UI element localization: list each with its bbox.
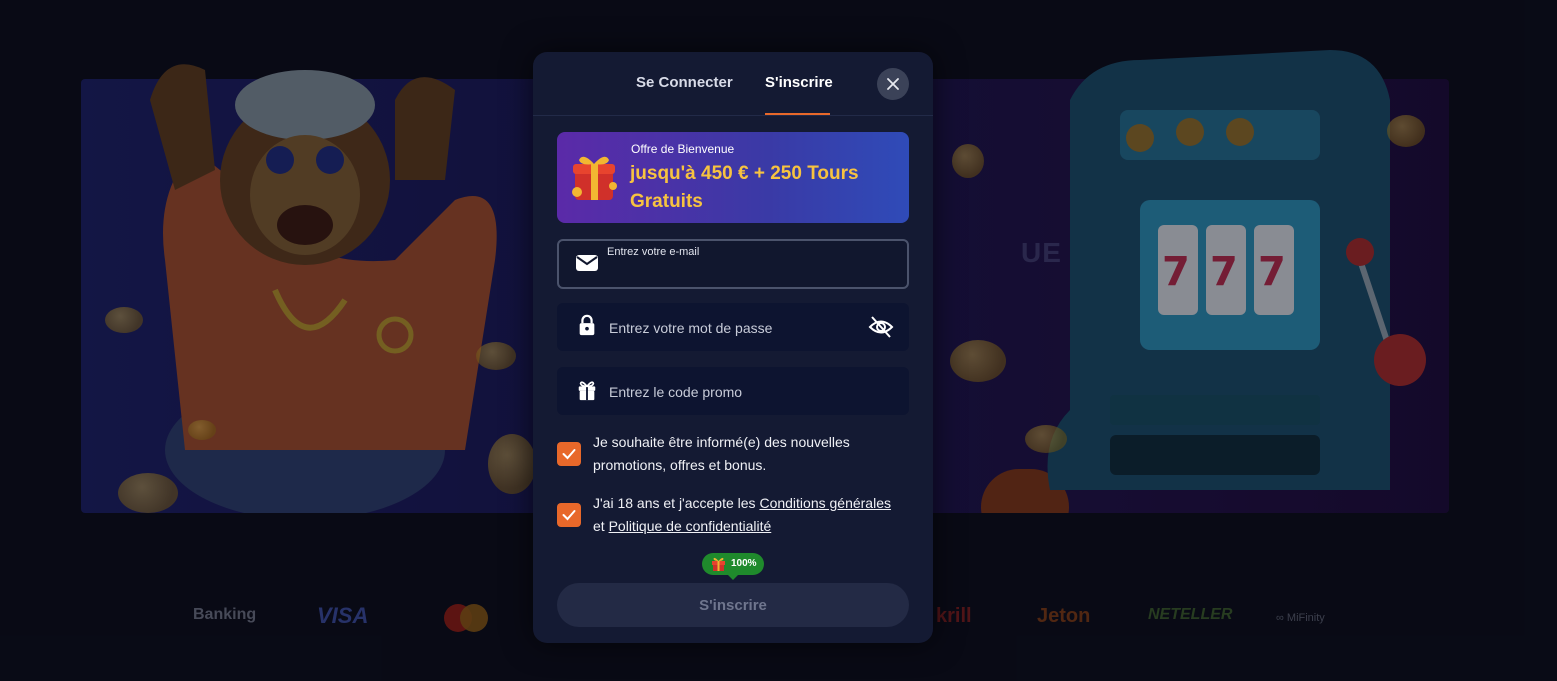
auth-modal: Se Connecter S'inscrire Offre de Bienven… [533,52,933,643]
gift-box-icon [572,156,617,200]
email-input[interactable] [609,253,863,285]
close-button[interactable] [877,68,909,100]
offer-subtitle: Offre de Bienvenue [631,142,735,156]
banking-label: Banking [193,606,257,623]
coin-decoration [488,434,536,494]
bonus-progress-badge: 100% [702,553,764,575]
coin-decoration [188,420,216,440]
skrill-logo: krill [936,605,972,627]
badge-value: 100% [731,558,757,569]
promo-code-input[interactable] [607,367,861,417]
jeton-logo: Jeton [1037,605,1091,627]
coin-decoration [105,307,143,333]
mifinity-label: MiFinity [1286,612,1325,624]
visa-logo: VISA [317,603,369,628]
register-submit-button[interactable]: S'inscrire [557,583,909,627]
terms-text: J'ai 18 ans et j'accepte les Conditions … [593,492,903,538]
auth-tabs: Se Connecter S'inscrire [533,52,933,116]
newsletter-consent: Je souhaite être informé(e) des nouvelle… [557,431,909,481]
lock-icon [579,314,595,336]
terms-middle: et [593,518,609,534]
slot-machine-illustration: 7 7 7 [1047,50,1426,490]
svg-text:7: 7 [1258,249,1286,295]
email-field[interactable]: Entrez votre e-mail [557,239,909,289]
password-input[interactable] [607,303,861,353]
terms-conditions-link[interactable]: Conditions générales [759,495,891,511]
coin-decoration [950,340,1006,382]
neteller-logo: NETELLER [1148,606,1233,623]
coin-decoration [1025,425,1067,453]
newsletter-checkbox[interactable] [557,442,581,466]
offer-title: jusqu'à 450 € + 250 Tours Gratuits [630,163,859,212]
password-field[interactable] [557,303,909,353]
terms-consent: J'ai 18 ans et j'accepte les Conditions … [557,492,909,542]
checkmark-icon [562,510,576,521]
close-icon [887,78,899,90]
welcome-offer-banner: Offre de Bienvenue jusqu'à 450 € + 250 T… [557,132,909,223]
newsletter-text: Je souhaite être informé(e) des nouvelle… [593,434,850,473]
privacy-policy-link[interactable]: Politique de confidentialité [609,518,772,534]
coin-decoration [1387,115,1425,147]
coin-decoration [952,144,984,178]
promo-code-field[interactable] [557,367,909,417]
badge-pointer [727,574,739,580]
tab-login[interactable]: Se Connecter [636,74,733,91]
mastercard-logo [441,602,491,639]
hide-password-icon[interactable] [867,314,895,340]
envelope-icon [576,255,598,271]
checkmark-icon [562,449,576,460]
mifinity-logo: ∞ MiFinity [1276,612,1325,624]
terms-prefix: J'ai 18 ans et j'accepte les [593,495,760,511]
lion-mascot-illustration [150,64,497,513]
svg-text:7: 7 [1210,249,1238,295]
svg-text:7: 7 [1162,249,1190,295]
gift-icon [712,557,725,571]
tab-register[interactable]: S'inscrire [765,74,833,91]
coin-decoration [476,342,516,370]
active-tab-indicator [765,113,830,115]
coin-decoration [118,473,178,513]
terms-checkbox[interactable] [557,503,581,527]
gift-icon [578,381,596,401]
